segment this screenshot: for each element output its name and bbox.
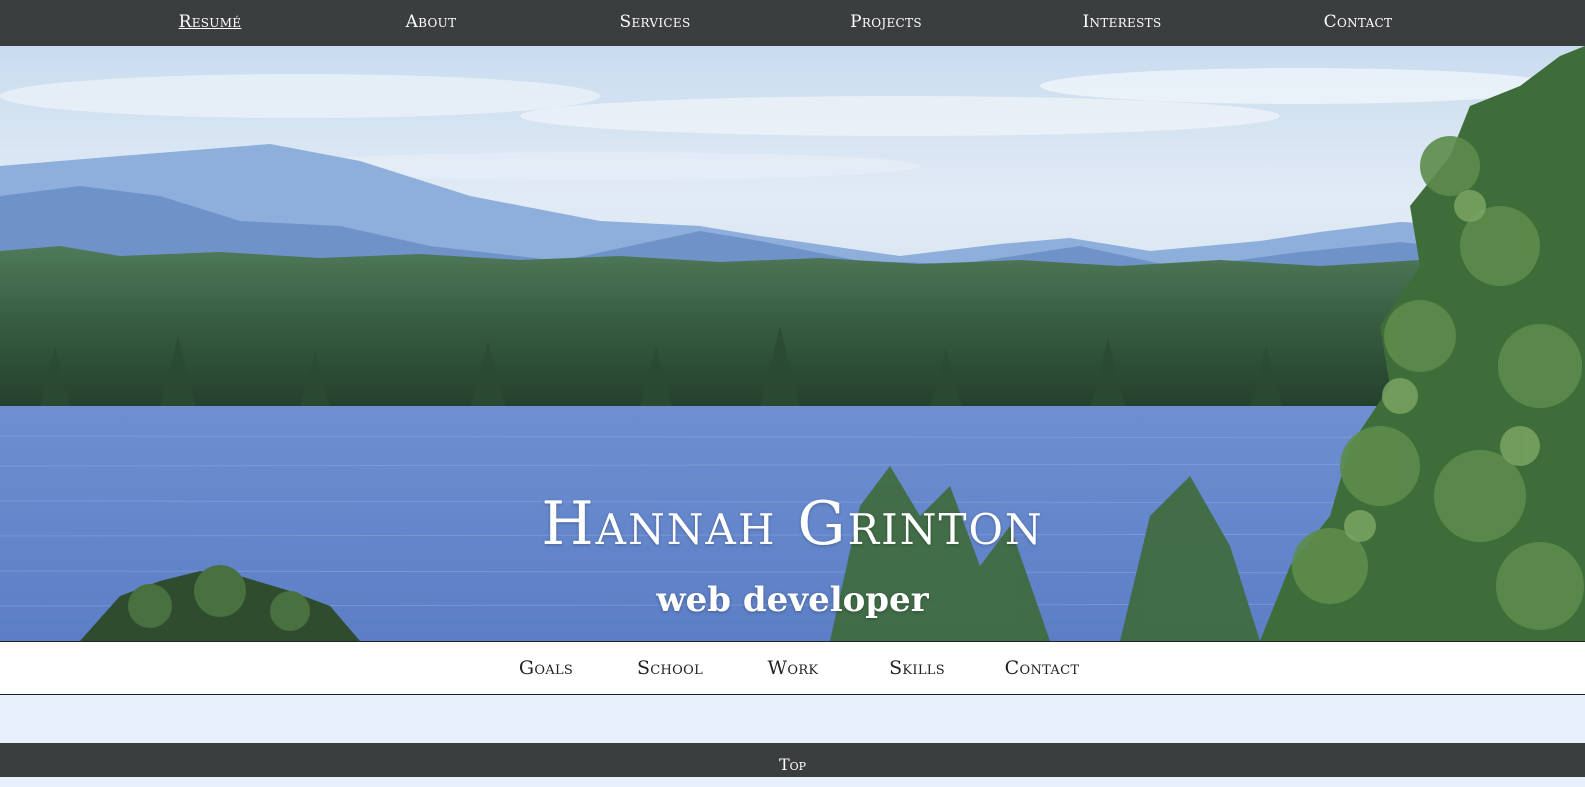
nav-link-resume[interactable]: Resumé bbox=[179, 0, 242, 46]
top-navigation: Resumé About Services Projects Interests… bbox=[0, 0, 1585, 46]
section-link-skills[interactable]: Skills bbox=[889, 642, 945, 694]
section-link-work[interactable]: Work bbox=[768, 642, 819, 694]
hero-subtitle: web developer bbox=[656, 580, 929, 620]
hero-title: Hannah Grinton bbox=[541, 489, 1044, 559]
nav-link-projects[interactable]: Projects bbox=[850, 0, 922, 46]
back-to-top-link[interactable]: Top bbox=[779, 743, 806, 787]
main-content bbox=[0, 695, 1585, 743]
nav-link-interests[interactable]: Interests bbox=[1083, 0, 1162, 46]
footer: Top bbox=[0, 743, 1585, 777]
section-navigation: Goals School Work Skills Contact bbox=[0, 641, 1585, 695]
nav-link-contact[interactable]: Contact bbox=[1324, 0, 1393, 46]
section-link-school[interactable]: School bbox=[637, 642, 703, 694]
section-link-contact[interactable]: Contact bbox=[1005, 642, 1080, 694]
hero-banner: Hannah Grinton web developer bbox=[0, 46, 1585, 641]
nav-link-services[interactable]: Services bbox=[620, 0, 691, 46]
nav-link-about[interactable]: About bbox=[406, 0, 457, 46]
section-link-goals[interactable]: Goals bbox=[519, 642, 573, 694]
